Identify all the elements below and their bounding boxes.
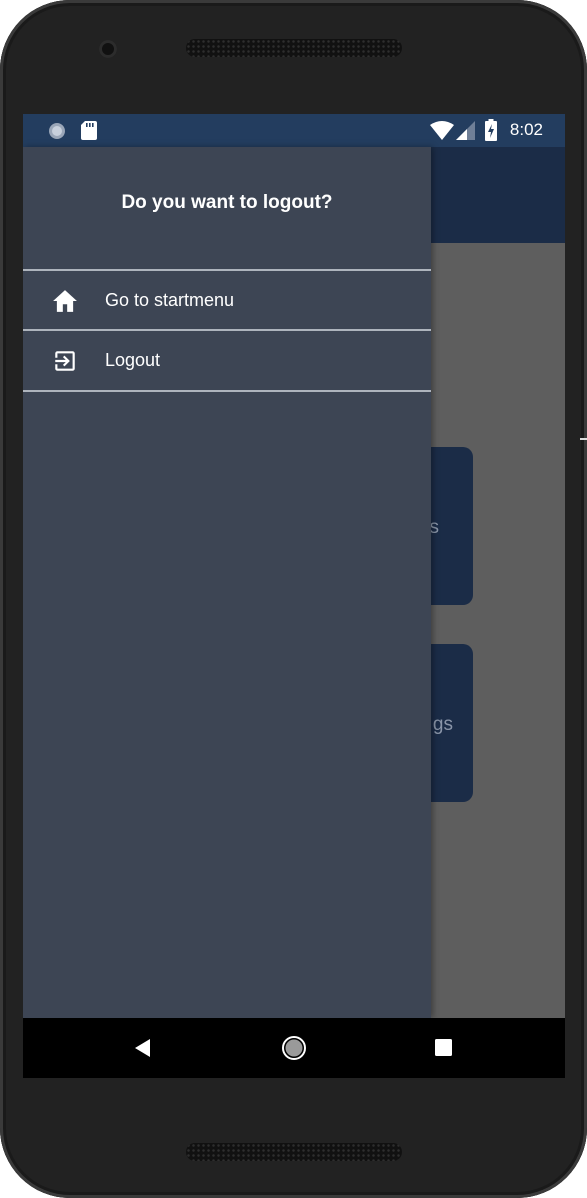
- exit-to-app-icon: [55, 351, 75, 371]
- battery-charging-icon: [485, 119, 497, 141]
- home-icon: [53, 290, 77, 312]
- phone-frame: 8:02 s gs Do you want to logout? Go to s…: [0, 0, 587, 1198]
- system-nav-bar: [23, 1018, 565, 1078]
- divider: [23, 390, 431, 392]
- drawer-item-logout[interactable]: Logout: [23, 331, 431, 389]
- sd-card-icon: [81, 121, 97, 140]
- drawer-item-label: Go to startmenu: [105, 290, 235, 310]
- front-camera: [99, 40, 117, 58]
- cellular-signal-icon: [456, 121, 475, 140]
- status-time: 8:02: [509, 120, 543, 139]
- navigation-drawer: Do you want to logout? Go to startmenu L…: [23, 147, 431, 1018]
- bottom-speaker: [186, 1143, 402, 1161]
- side-button: [580, 438, 587, 440]
- recents-icon[interactable]: [435, 1039, 452, 1056]
- top-speaker: [186, 39, 402, 57]
- drawer-title: Do you want to logout?: [121, 192, 333, 213]
- sync-icon: [49, 123, 65, 139]
- screen: 8:02 s gs Do you want to logout? Go to s…: [23, 114, 565, 1078]
- home-button-icon[interactable]: [281, 1035, 307, 1061]
- back-icon[interactable]: [135, 1039, 151, 1057]
- drawer-item-label: Logout: [105, 350, 161, 370]
- status-bar: 8:02: [23, 114, 565, 147]
- wifi-icon: [430, 121, 454, 140]
- drawer-item-startmenu[interactable]: Go to startmenu: [23, 271, 431, 329]
